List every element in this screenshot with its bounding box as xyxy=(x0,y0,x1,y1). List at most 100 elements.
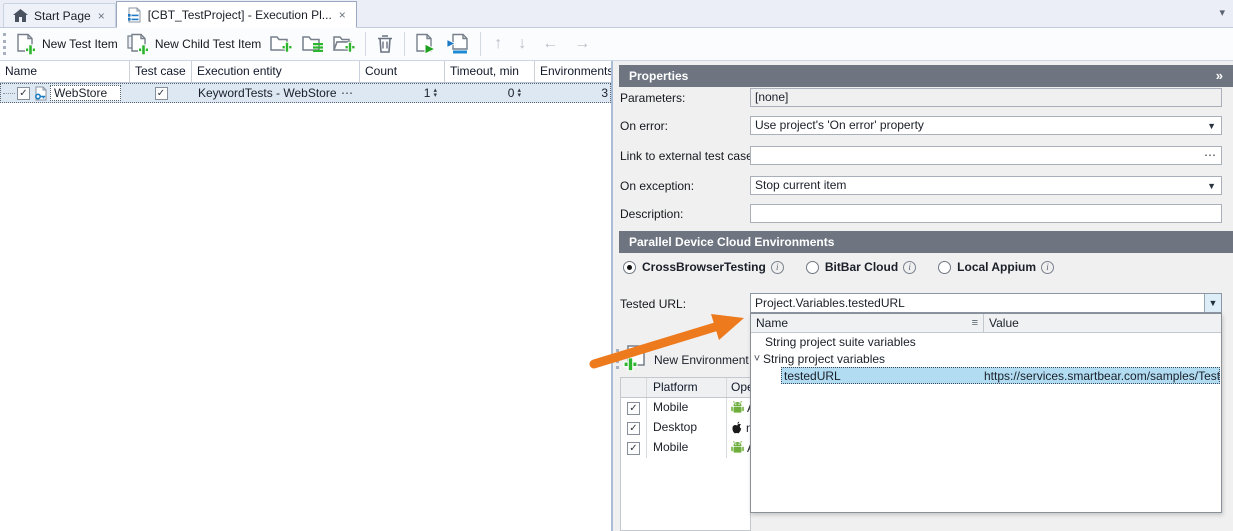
parameters-field[interactable]: [none] xyxy=(750,88,1222,107)
keyword-test-icon xyxy=(33,86,48,101)
dropdown-value-column[interactable]: Value xyxy=(984,314,1221,332)
sort-icon[interactable]: ≡ xyxy=(972,314,978,332)
tab-bar: Start Page × [CBT_TestProject] - Executi… xyxy=(0,0,1233,28)
radio-label: BitBar Cloud xyxy=(825,260,898,274)
on-exception-select[interactable]: Stop current item▼ xyxy=(750,176,1222,195)
new-child-test-item-icon xyxy=(126,33,150,56)
test-case-checkbox[interactable]: ✓ xyxy=(155,87,168,100)
column-header-test-case[interactable]: Test case xyxy=(130,61,192,82)
group-list-button[interactable] xyxy=(297,31,328,57)
expander-icon[interactable]: ˅ xyxy=(751,351,763,367)
convert-to-test-case-button[interactable] xyxy=(441,31,475,58)
grid-header: Name Test case Execution entity Count Ti… xyxy=(0,61,611,83)
run-test-item-button[interactable] xyxy=(410,31,441,58)
new-child-test-item-button[interactable]: New Child Test Item xyxy=(122,31,265,58)
platform-value: Desktop xyxy=(647,418,727,438)
variable-row-selected[interactable]: testedURL https://services.smartbear.com… xyxy=(751,367,1221,384)
toolbar-label: New Child Test Item xyxy=(155,37,261,51)
tab-label: [CBT_TestProject] - Execution Pl... xyxy=(148,8,332,22)
dropdown-arrow-icon[interactable]: ▼ xyxy=(1207,118,1216,135)
move-up-button[interactable]: ↑ xyxy=(486,35,510,53)
add-open-folder-button[interactable] xyxy=(328,31,360,57)
dropdown-header: Name ≡ Value xyxy=(751,314,1221,333)
on-error-select[interactable]: Use project's 'On error' property▼ xyxy=(750,116,1222,135)
test-item-name[interactable]: WebStore xyxy=(50,85,121,101)
close-icon[interactable]: × xyxy=(338,8,347,22)
info-icon[interactable]: i xyxy=(903,261,916,274)
move-down-button[interactable]: ↓ xyxy=(510,35,534,53)
count-spinner[interactable]: ▴ ▾ xyxy=(433,88,437,98)
column-header-count[interactable]: Count xyxy=(360,61,445,82)
variable-group-row[interactable]: ˅String project variables xyxy=(751,350,1221,367)
name-column-label: Name xyxy=(756,314,788,332)
group-label: String project suite variables xyxy=(765,334,916,350)
environment-row[interactable]: ✓ Mobile Android xyxy=(621,398,751,418)
new-test-item-button[interactable]: New Test Item xyxy=(11,31,122,58)
column-header-timeout[interactable]: Timeout, min xyxy=(445,61,535,82)
browse-button[interactable]: ⋯ xyxy=(1204,147,1217,164)
toolbar-separator xyxy=(365,32,366,56)
add-folder-icon xyxy=(269,33,293,55)
dropdown-name-column[interactable]: Name ≡ xyxy=(751,314,984,332)
table-row[interactable]: ✓ WebStore ✓ KeywordTests - WebStore ⋯ 1 xyxy=(0,83,611,103)
collapse-panel-icon[interactable]: » xyxy=(1216,65,1223,87)
toolbar-separator xyxy=(480,32,481,56)
info-icon[interactable]: i xyxy=(1041,261,1054,274)
new-environment-button[interactable]: New Environment xyxy=(654,353,749,367)
platform-column-header[interactable]: Platform xyxy=(647,378,727,397)
radio-bitbar-cloud[interactable] xyxy=(806,261,819,274)
toolbar-grip[interactable] xyxy=(3,33,8,55)
tab-start-page[interactable]: Start Page × xyxy=(3,3,116,27)
move-right-button[interactable]: → xyxy=(566,35,598,53)
properties-section-header: Properties » xyxy=(619,65,1233,87)
timeout-spinner[interactable]: ▴ ▾ xyxy=(517,88,521,98)
delete-button[interactable] xyxy=(371,31,399,57)
tested-url-combobox[interactable]: Project.Variables.testedURL ▼ xyxy=(750,293,1222,313)
move-left-button[interactable]: ← xyxy=(534,35,566,53)
combo-dropdown-button[interactable]: ▼ xyxy=(1204,294,1221,312)
variables-dropdown: Name ≡ Value String project suite variabl… xyxy=(750,313,1222,513)
home-icon xyxy=(13,9,28,22)
radio-crossbrowsertesting[interactable] xyxy=(623,261,636,274)
execution-plan-grid: Name Test case Execution entity Count Ti… xyxy=(0,61,613,531)
env-enabled-checkbox[interactable]: ✓ xyxy=(627,442,640,455)
column-header-execution-entity[interactable]: Execution entity xyxy=(192,61,360,82)
radio-local-appium[interactable] xyxy=(938,261,951,274)
browse-entity-button[interactable]: ⋯ xyxy=(341,86,353,100)
column-header-name[interactable]: Name xyxy=(0,61,130,82)
os-column-header[interactable]: Operating system xyxy=(727,378,751,397)
variable-name: testedURL xyxy=(781,369,984,383)
variable-group-row[interactable]: String project suite variables xyxy=(751,333,1221,350)
section-title: Parallel Device Cloud Environments xyxy=(629,231,834,253)
tab-execution-plan[interactable]: [CBT_TestProject] - Execution Pl... × xyxy=(116,1,357,28)
convert-to-test-case-icon xyxy=(445,33,471,56)
on-error-label: On error: xyxy=(620,119,668,133)
description-field[interactable] xyxy=(750,204,1222,223)
variable-value: https://services.smartbear.com/samples/T… xyxy=(984,369,1220,383)
environment-row[interactable]: ✓ Desktop macOS xyxy=(621,418,751,438)
description-label: Description: xyxy=(620,207,683,221)
section-title: Properties xyxy=(629,65,688,87)
row-enabled-checkbox[interactable]: ✓ xyxy=(17,87,30,100)
chevron-down-icon[interactable]: ▾ xyxy=(1219,6,1225,19)
dropdown-arrow-icon[interactable]: ▼ xyxy=(1207,178,1216,195)
env-enabled-checkbox[interactable]: ✓ xyxy=(627,422,640,435)
spinner-down-icon[interactable]: ▾ xyxy=(517,93,521,98)
close-icon[interactable]: × xyxy=(97,9,106,23)
main-toolbar: New Test Item New Child Test Item xyxy=(0,28,1233,61)
count-value[interactable]: 1 xyxy=(424,86,431,100)
env-toolbar-grip[interactable] xyxy=(616,349,620,369)
column-header-environments[interactable]: Environments xyxy=(535,61,611,82)
cloud-provider-radios: CrossBrowserTesting i BitBar Cloud i Loc… xyxy=(623,259,1076,275)
on-exception-label: On exception: xyxy=(620,179,694,193)
environment-row[interactable]: ✓ Mobile Android xyxy=(621,438,751,458)
timeout-value[interactable]: 0 xyxy=(508,86,515,100)
add-group-button[interactable] xyxy=(265,31,297,57)
environments-count: 3 xyxy=(601,86,608,100)
info-icon[interactable]: i xyxy=(771,261,784,274)
radio-label: CrossBrowserTesting xyxy=(642,260,766,274)
folder-list-icon xyxy=(301,33,324,55)
link-external-field[interactable]: ⋯ xyxy=(750,146,1222,165)
spinner-down-icon[interactable]: ▾ xyxy=(433,93,437,98)
env-enabled-checkbox[interactable]: ✓ xyxy=(627,402,640,415)
